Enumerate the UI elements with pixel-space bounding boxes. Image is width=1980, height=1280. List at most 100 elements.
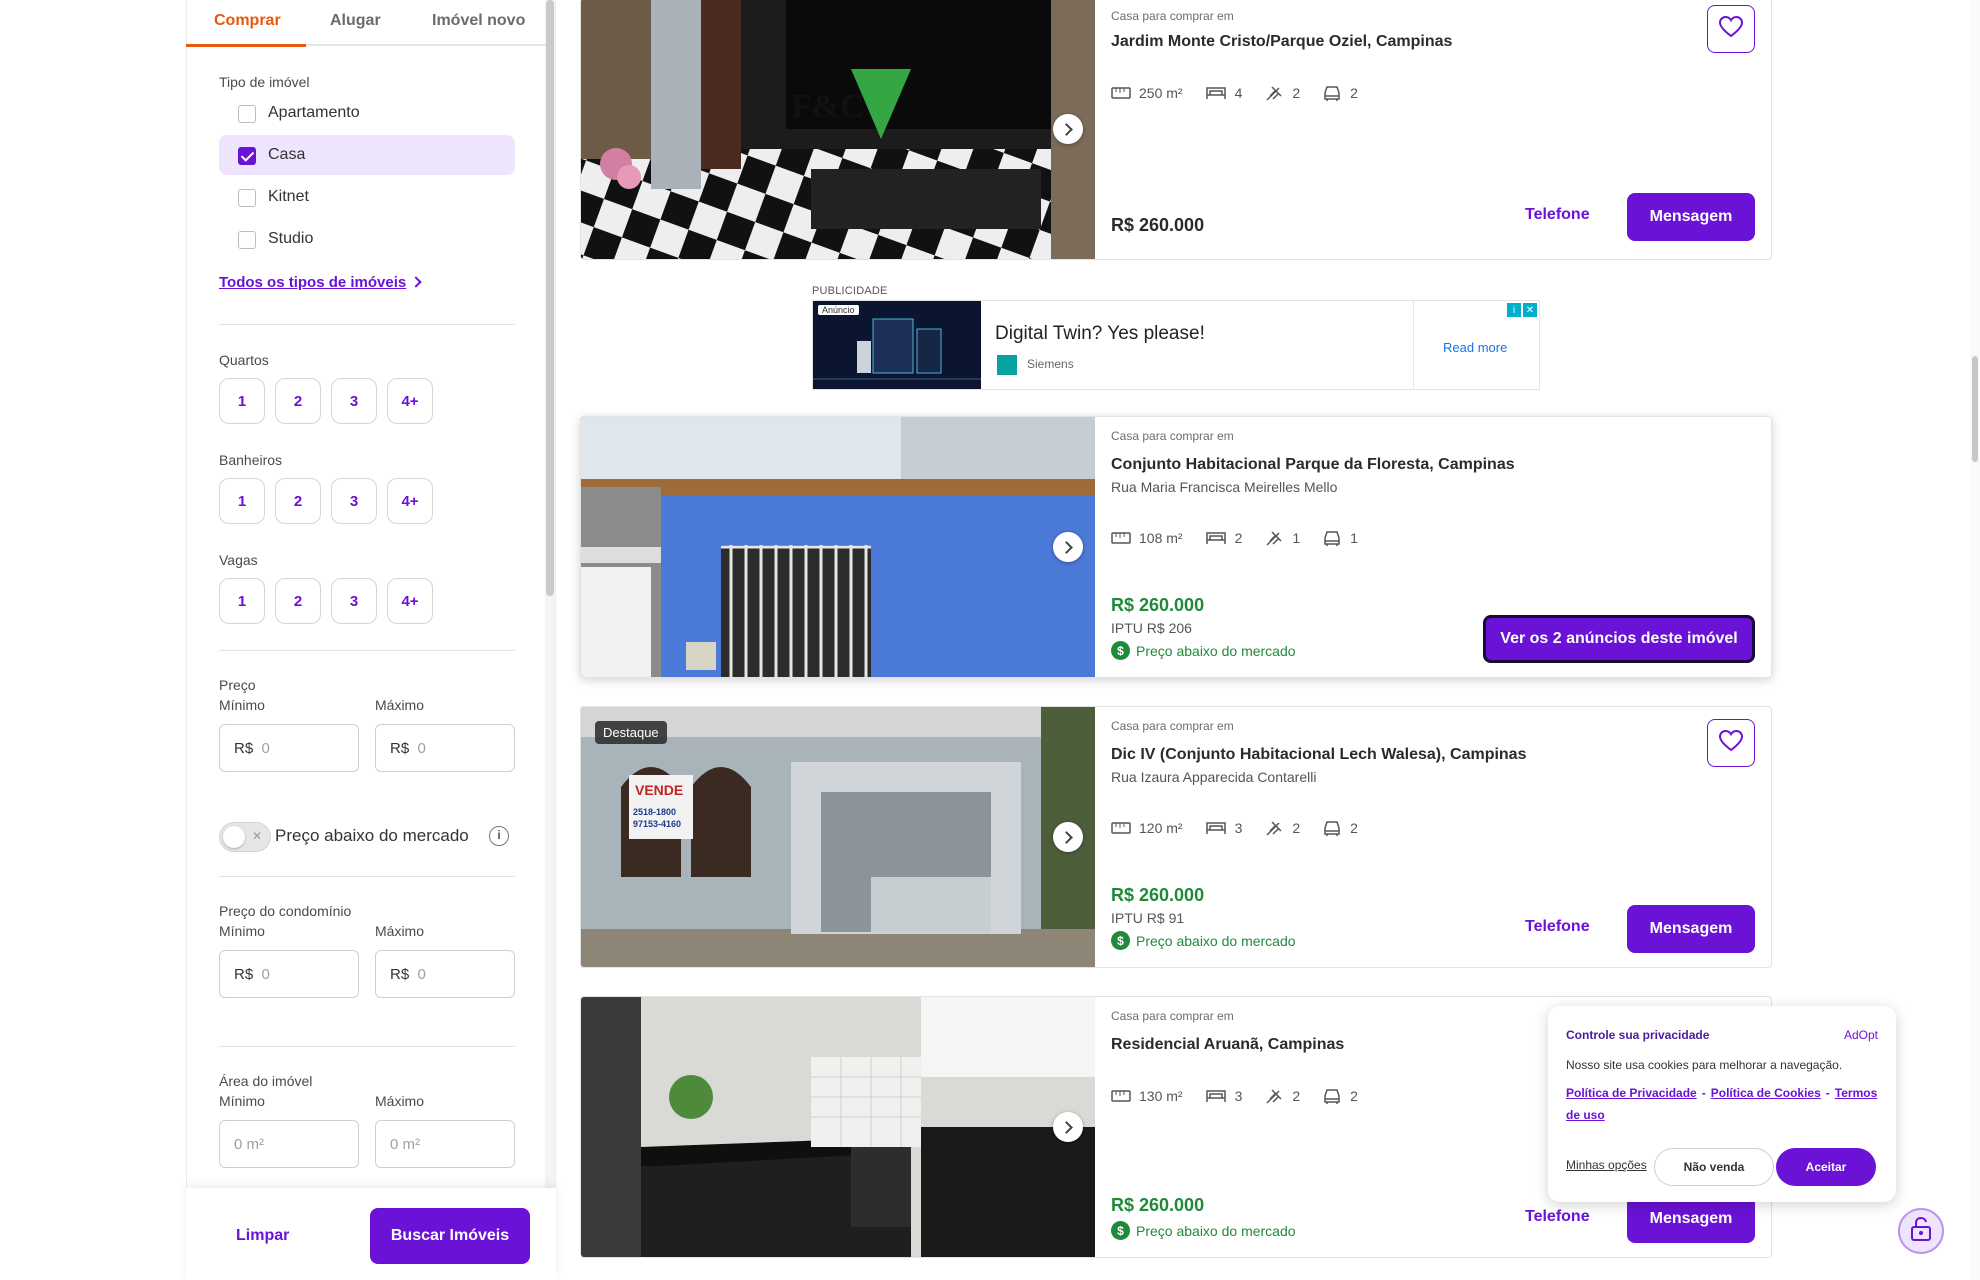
- clear-filters-button[interactable]: Limpar: [236, 1227, 289, 1245]
- privacy-policy-link[interactable]: Política de Privacidade: [1566, 1086, 1697, 1100]
- checkbox-kitnet[interactable]: Kitnet: [219, 177, 515, 217]
- checkbox-casa[interactable]: Casa: [219, 135, 515, 175]
- condominio-max-input[interactable]: R$ 0: [375, 950, 515, 998]
- preco-min-label: Mínimo: [219, 697, 265, 713]
- info-icon[interactable]: i: [489, 826, 509, 846]
- message-button[interactable]: Mensagem: [1627, 193, 1755, 241]
- adchoices-icon[interactable]: i: [1507, 303, 1521, 317]
- preco-max-input[interactable]: R$ 0: [375, 724, 515, 772]
- favorite-button[interactable]: [1707, 719, 1755, 767]
- accept-cookies-button[interactable]: Aceitar: [1776, 1148, 1876, 1186]
- phone-button[interactable]: Telefone: [1525, 1208, 1590, 1226]
- below-market-toggle[interactable]: ✕: [219, 822, 271, 852]
- listing-title[interactable]: Conjunto Habitacional Parque da Floresta…: [1111, 456, 1515, 474]
- condominio-min-input[interactable]: R$ 0: [219, 950, 359, 998]
- bedrooms-value: 4: [1234, 85, 1243, 101]
- privacy-settings-button[interactable]: [1898, 1208, 1944, 1254]
- ad-image[interactable]: Anúncio: [813, 301, 981, 389]
- listing-card[interactable]: F&C Casa para comprar em Jardim Monte Cr…: [580, 0, 1772, 260]
- unlock-icon: [1909, 1216, 1933, 1247]
- vagas-3-button[interactable]: 3: [331, 578, 377, 624]
- shower-icon: [1264, 819, 1284, 837]
- tab-alugar[interactable]: Alugar: [330, 12, 381, 30]
- vagas-1-button[interactable]: 1: [219, 578, 265, 624]
- listing-photo[interactable]: F&C: [581, 0, 1095, 259]
- listing-title[interactable]: Jardim Monte Cristo/Parque Oziel, Campin…: [1111, 33, 1452, 51]
- listing-card[interactable]: VENDE 2518-1800 97153-4160 Destaque Casa…: [580, 706, 1772, 968]
- checkbox-box-checked[interactable]: [238, 147, 256, 165]
- parking-value: 1: [1350, 530, 1358, 546]
- listing-photo[interactable]: [581, 417, 1095, 677]
- vagas-4plus-button[interactable]: 4+: [387, 578, 433, 624]
- quartos-3-button[interactable]: 3: [331, 378, 377, 424]
- page-scrollbar-track[interactable]: [1970, 0, 1980, 1280]
- photo-next-arrow[interactable]: [1053, 532, 1083, 562]
- photo-next-arrow[interactable]: [1053, 822, 1083, 852]
- heart-icon: [1718, 729, 1744, 757]
- phone-button[interactable]: Telefone: [1525, 918, 1590, 936]
- feature-bathrooms: 2: [1264, 819, 1300, 837]
- phone-button[interactable]: Telefone: [1525, 206, 1590, 224]
- my-options-link[interactable]: Minhas opções: [1566, 1158, 1647, 1172]
- preco-min-input[interactable]: R$ 0: [219, 724, 359, 772]
- bathrooms-value: 1: [1292, 530, 1301, 546]
- page-scrollbar-thumb[interactable]: [1972, 356, 1978, 462]
- ad-read-more-link[interactable]: Read more: [1443, 340, 1507, 355]
- bed-icon: [1205, 1088, 1227, 1104]
- area-max-input[interactable]: 0 m²: [375, 1120, 515, 1168]
- listing-photo[interactable]: VENDE 2518-1800 97153-4160 Destaque: [581, 707, 1095, 967]
- listing-photo[interactable]: [581, 997, 1095, 1257]
- close-icon[interactable]: ✕: [1523, 303, 1537, 317]
- listing-kicker: Casa para comprar em: [1111, 9, 1234, 23]
- message-button[interactable]: Mensagem: [1627, 1195, 1755, 1243]
- listing-title[interactable]: Dic IV (Conjunto Habitacional Lech Wales…: [1111, 746, 1526, 764]
- banheiros-1-button[interactable]: 1: [219, 478, 265, 524]
- dollar-icon: $: [1111, 931, 1130, 950]
- cookie-policy-link[interactable]: Política de Cookies: [1711, 1086, 1821, 1100]
- checkbox-apartamento[interactable]: Apartamento: [219, 93, 515, 133]
- checkbox-studio[interactable]: Studio: [219, 219, 515, 259]
- below-market-badge: $ Preço abaixo do mercado: [1111, 931, 1296, 950]
- message-button[interactable]: Mensagem: [1627, 905, 1755, 953]
- vagas-2-button[interactable]: 2: [275, 578, 321, 624]
- cookie-title: Controle sua privacidade: [1566, 1028, 1710, 1042]
- sidebar-scrollbar-thumb[interactable]: [546, 0, 554, 596]
- listing-photo-image: F&C: [581, 0, 1095, 259]
- cookie-text: Nosso site usa cookies para melhorar a n…: [1566, 1058, 1843, 1072]
- search-properties-button[interactable]: Buscar Imóveis: [370, 1208, 530, 1264]
- quartos-2-button[interactable]: 2: [275, 378, 321, 424]
- listing-photo-image: [581, 997, 1095, 1257]
- ad-headline[interactable]: Digital Twin? Yes please!: [995, 323, 1205, 345]
- tab-comprar[interactable]: Comprar: [214, 12, 281, 30]
- favorite-button[interactable]: [1707, 5, 1755, 53]
- checkbox-box[interactable]: [238, 189, 256, 207]
- area-min-input[interactable]: 0 m²: [219, 1120, 359, 1168]
- banheiros-3-button[interactable]: 3: [331, 478, 377, 524]
- checkbox-box[interactable]: [238, 231, 256, 249]
- checkbox-box[interactable]: [238, 105, 256, 123]
- view-listings-button[interactable]: Ver os 2 anúncios deste imóvel: [1483, 615, 1755, 663]
- below-market-badge: $ Preço abaixo do mercado: [1111, 1221, 1296, 1240]
- all-property-types-link[interactable]: Todos os tipos de imóveis: [219, 274, 422, 291]
- quartos-4plus-button[interactable]: 4+: [387, 378, 433, 424]
- banheiros-2-button[interactable]: 2: [275, 478, 321, 524]
- divider: [219, 650, 515, 651]
- shower-icon: [1264, 529, 1284, 547]
- quartos-1-button[interactable]: 1: [219, 378, 265, 424]
- bathrooms-value: 2: [1292, 85, 1301, 101]
- ad-choices[interactable]: i ✕: [1507, 303, 1537, 317]
- do-not-sell-button[interactable]: Não venda: [1654, 1148, 1774, 1186]
- photo-next-arrow[interactable]: [1053, 1112, 1083, 1142]
- car-icon: [1322, 1088, 1342, 1104]
- listing-price: R$ 260.000: [1111, 595, 1205, 615]
- ad-banner[interactable]: Anúncio Digital Twin? Yes please! Siemen…: [812, 300, 1540, 390]
- ad-badge: Anúncio: [818, 305, 859, 315]
- listing-card[interactable]: Casa para comprar em Conjunto Habitacion…: [580, 416, 1772, 678]
- listing-iptu: IPTU R$ 206: [1111, 620, 1192, 636]
- photo-next-arrow[interactable]: [1053, 114, 1083, 144]
- listing-features: 130 m² 3 2 2: [1111, 1087, 1358, 1105]
- banheiros-4plus-button[interactable]: 4+: [387, 478, 433, 524]
- listing-title[interactable]: Residencial Aruanã, Campinas: [1111, 1036, 1344, 1054]
- tab-imovel-novo[interactable]: Imóvel novo: [432, 12, 525, 30]
- listing-street: Rua Izaura Apparecida Contarelli: [1111, 769, 1317, 785]
